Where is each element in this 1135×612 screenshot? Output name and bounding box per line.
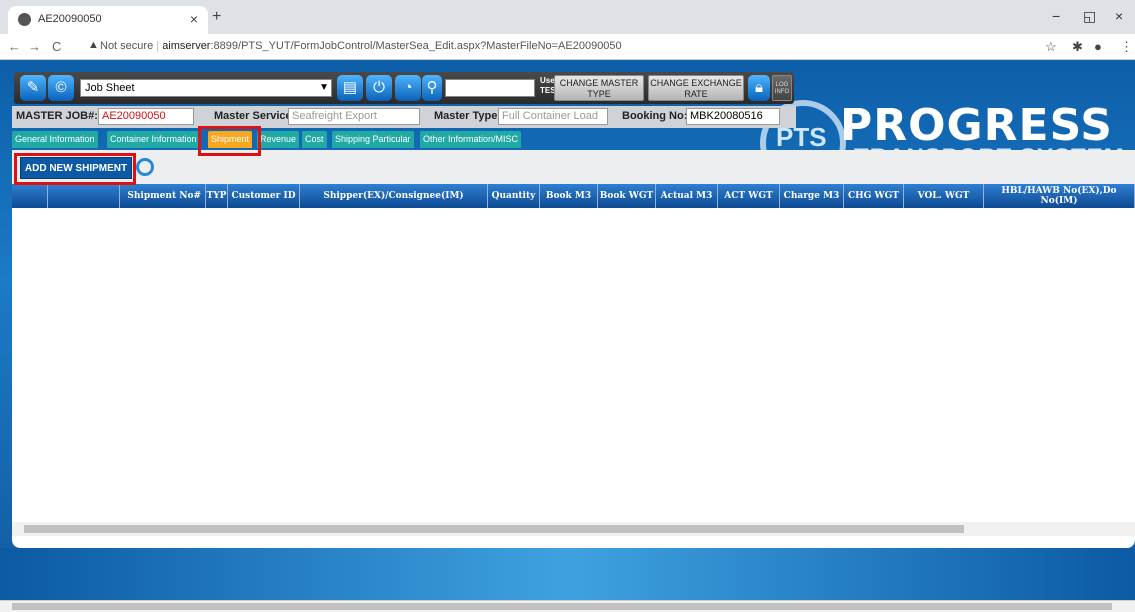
booking-no-label: Booking No:	[622, 110, 688, 122]
browser-tabbar: AE20090050 × + − ◱ ×	[0, 0, 1135, 34]
tab-cost[interactable]: Cost	[302, 131, 327, 148]
logo: PROGRESS TRANSPORT SYSTEM	[840, 100, 1124, 171]
url-path: :8899/PTS_YUT/FormJobControl/MasterSea_E…	[210, 40, 622, 52]
tab-other-information[interactable]: Other Information/MISC	[420, 131, 522, 148]
grid-col-customer-id[interactable]: Customer ID	[228, 184, 300, 208]
change-master-type-button[interactable]: CHANGE MASTER TYPE	[554, 75, 644, 101]
grid-col-actual-m3[interactable]: Actual M3	[656, 184, 718, 208]
new-tab-icon[interactable]: +	[212, 8, 221, 26]
clock-icon[interactable]: ◔	[395, 75, 421, 101]
browser-tab-title: AE20090050	[38, 13, 102, 25]
grid-col-shipper[interactable]: Shipper(EX)/Consignee(IM)	[300, 184, 488, 208]
tab-revenue[interactable]: Revenue	[257, 131, 300, 148]
grid-col-book-m3[interactable]: Book M3	[540, 184, 598, 208]
not-secure-label: Not secure	[100, 40, 154, 52]
shipment-toolbar: ADD NEW SHIPMENT	[12, 150, 1135, 184]
extension-icon[interactable]: ✱	[1072, 39, 1083, 55]
restore-icon[interactable]: ◱	[1083, 8, 1096, 25]
refresh-icon[interactable]	[136, 158, 154, 176]
page-scrollbar[interactable]	[0, 600, 1135, 612]
forward-icon[interactable]: →	[28, 39, 41, 54]
url-field[interactable]: Not secure | aimserver:8899/PTS_YUT/Form…	[100, 40, 622, 52]
window-close-icon[interactable]: ×	[1115, 8, 1123, 24]
grid-col-blank	[48, 184, 120, 208]
grid-col-charge-m3[interactable]: Charge M3	[780, 184, 844, 208]
toolbar: ✎ © Job Sheet ▼ ▤ ⏻ ◔ ⚲ User: TEST CHANG…	[14, 72, 794, 104]
close-tab-icon[interactable]: ×	[190, 11, 198, 27]
star-icon[interactable]: ☆	[1045, 39, 1057, 55]
tab-shipping-particular[interactable]: Shipping Particular	[332, 131, 414, 148]
reload-icon[interactable]: C	[52, 39, 61, 54]
grid-scrollbar[interactable]	[12, 522, 1135, 536]
master-service-select[interactable]: Seafreight Export	[288, 108, 420, 125]
search-icon[interactable]: ⚲	[422, 75, 442, 101]
print-icon[interactable]: ▤	[337, 75, 363, 101]
change-exchange-rate-button[interactable]: CHANGE EXCHANGE RATE	[648, 75, 744, 101]
grid-header: Shipment No# TYP Customer ID Shipper(EX)…	[12, 184, 1135, 208]
page-scrollbar-thumb[interactable]	[12, 603, 1112, 610]
grid-col-vol-wgt[interactable]: VOL. WGT	[904, 184, 984, 208]
footer-banner	[0, 548, 1135, 600]
add-button-highlight	[14, 153, 136, 185]
power-icon[interactable]: ⏻	[366, 75, 392, 101]
profile-icon[interactable]: ●	[1094, 39, 1102, 54]
grid-col-quantity[interactable]: Quantity	[488, 184, 540, 208]
browser-tab[interactable]: AE20090050 ×	[8, 6, 208, 34]
chevron-down-icon: ▼	[319, 82, 329, 93]
master-row: MASTER JOB#: AE20090050 Master Service: …	[12, 106, 796, 128]
tab-container-information[interactable]: Container Information	[107, 131, 200, 148]
master-job-field[interactable]: AE20090050	[98, 108, 194, 125]
grid-col-chg-wgt[interactable]: CHG WGT	[844, 184, 904, 208]
job-select-value: Job Sheet	[85, 82, 135, 94]
master-service-label: Master Service:	[214, 110, 296, 122]
grid-col-book-wgt[interactable]: Book WGT	[598, 184, 656, 208]
log-info-button[interactable]: LOG INFO	[772, 75, 792, 101]
master-type-label: Master Type:	[434, 110, 502, 122]
grid-col-typ[interactable]: TYP	[206, 184, 228, 208]
shipment-tab-highlight	[198, 126, 261, 156]
globe-icon	[18, 13, 31, 26]
master-type-select[interactable]: Full Container Load	[498, 108, 608, 125]
search-input[interactable]	[445, 79, 535, 97]
back-icon[interactable]: ←	[8, 39, 21, 54]
url-host: aimserver	[162, 40, 211, 52]
master-job-label: MASTER JOB#:	[16, 110, 98, 122]
minimize-icon[interactable]: −	[1052, 8, 1060, 24]
grid-scrollbar-thumb[interactable]	[24, 525, 964, 533]
address-bar: ← → C ▲ Not secure | aimserver:8899/PTS_…	[0, 34, 1135, 60]
grid-body	[12, 208, 1135, 512]
lock-icon[interactable]: 🔒︎	[748, 75, 770, 101]
tab-general-information[interactable]: General Information	[12, 131, 98, 148]
app-area: PTS PROGRESS TRANSPORT SYSTEM ✎ © Job Sh…	[0, 60, 1135, 612]
menu-icon[interactable]: ⋮	[1120, 39, 1133, 55]
grid-col-act-wgt[interactable]: ACT WGT	[718, 184, 780, 208]
job-select[interactable]: Job Sheet ▼	[80, 79, 332, 97]
grid-col-hbl[interactable]: HBL/HAWB No(EX),Do No(IM)	[984, 184, 1135, 208]
edit-icon[interactable]: ✎	[20, 75, 46, 101]
warning-icon: ▲	[88, 39, 99, 51]
copyright-icon[interactable]: ©	[48, 75, 74, 101]
booking-no-field[interactable]: MBK20080516	[686, 108, 780, 125]
content-panel: ADD NEW SHIPMENT Shipment No# TYP Custom…	[12, 150, 1135, 548]
grid-col-select	[12, 184, 48, 208]
grid-col-shipment-no[interactable]: Shipment No#	[120, 184, 206, 208]
